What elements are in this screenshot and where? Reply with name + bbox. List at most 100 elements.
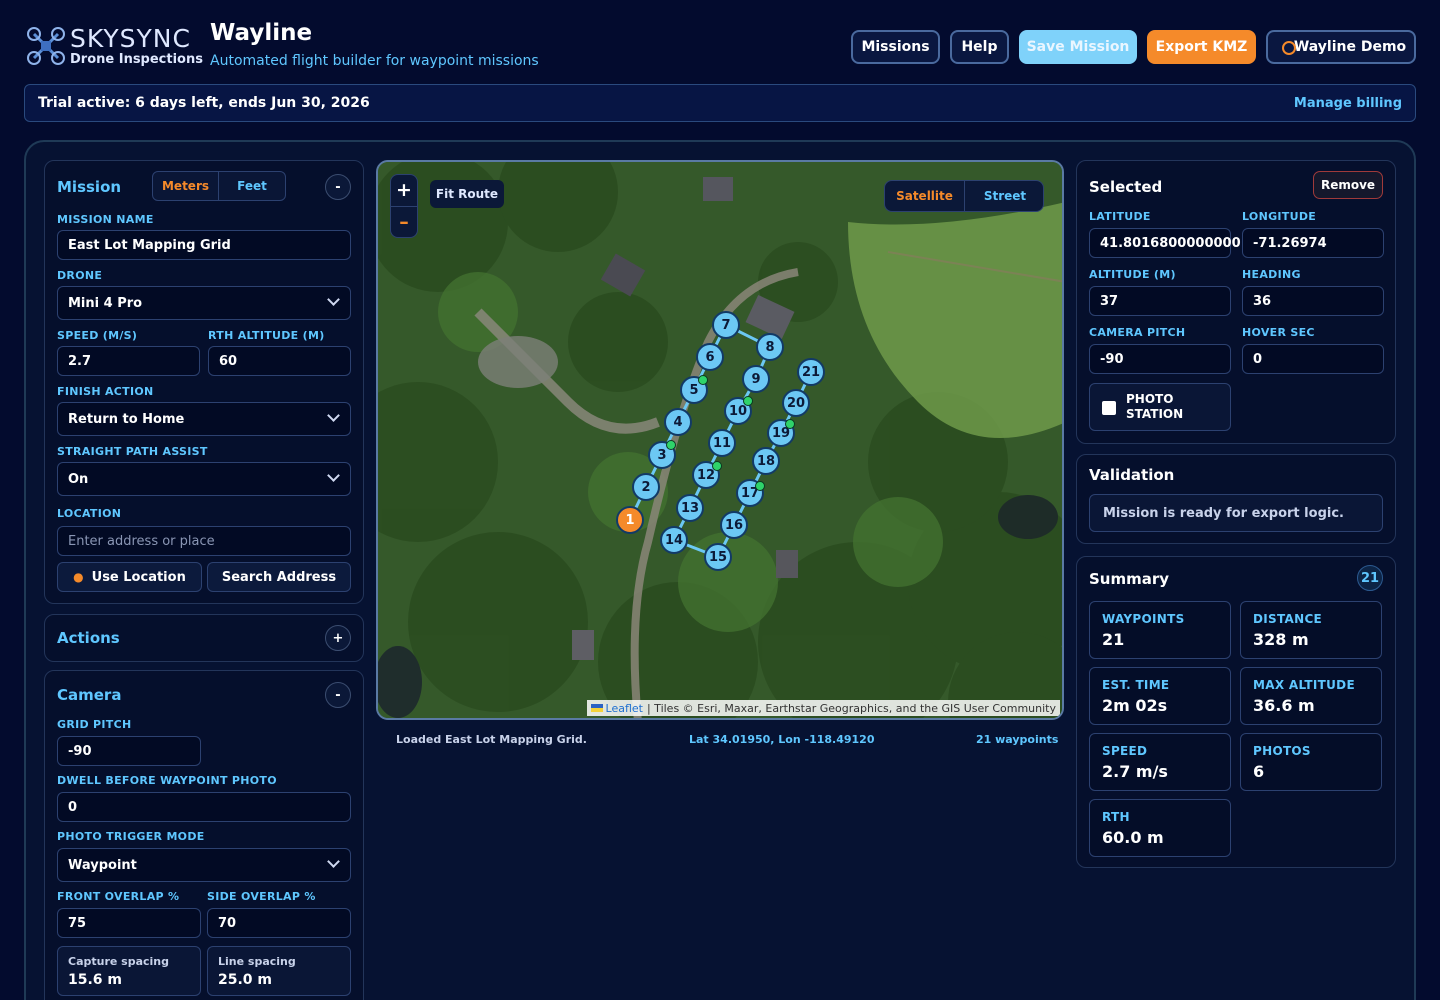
help-button[interactable]: Help [950,30,1009,64]
speed-label: SPEED (M/S) [57,329,138,342]
stat-rth-label: RTH [1102,810,1130,824]
actions-panel: Actions + [44,614,364,662]
trial-text: Trial active: 6 days left, ends Jun 30, … [38,95,370,111]
stat-maxalt: MAX ALTITUDE 36.6 m [1240,667,1382,725]
layer-toggle: Satellite Street [884,180,1044,212]
photo-station-toggle[interactable]: PHOTO STATION [1089,383,1231,431]
finish-select[interactable]: Return to Home [57,402,351,436]
rth-input[interactable]: 60 [208,346,351,376]
zoom-in-button[interactable]: + [391,175,417,205]
waypoint-marker-16[interactable]: 16 [720,511,748,539]
chevron-down-icon [327,293,340,306]
waypoint-marker-7[interactable]: 7 [712,311,740,339]
drone-icon [27,27,65,65]
waypoint-marker-18[interactable]: 18 [752,447,780,475]
zoom-out-button[interactable]: – [391,206,417,236]
map-status: Loaded East Lot Mapping Grid. [396,733,587,746]
zoom-control: + – [390,174,418,238]
stat-maxalt-value: 36.6 m [1253,696,1315,715]
account-button[interactable]: Wayline Demo [1266,30,1416,64]
actions-expand-button[interactable]: + [325,625,351,651]
waypoint-marker-6[interactable]: 6 [696,343,724,371]
manage-billing-link[interactable]: Manage billing [1294,96,1402,111]
search-address-button[interactable]: Search Address [207,562,351,592]
assist-label: STRAIGHT PATH ASSIST [57,445,208,458]
longitude-input[interactable]: -71.26974 [1242,228,1384,258]
stat-rth: RTH 60.0 m [1089,799,1231,857]
map-view[interactable]: + – Fit Route Satellite Street 123456789… [376,160,1064,720]
leaflet-link[interactable]: Leaflet [606,702,643,715]
dwell-input[interactable]: 0 [57,792,351,822]
waypoint-marker-20[interactable]: 20 [782,389,810,417]
mission-panel: Mission Meters Feet - MISSION NAME East … [44,160,364,604]
waypoint-marker-15[interactable]: 15 [704,543,732,571]
stat-photos-value: 6 [1253,762,1265,781]
export-kmz-button[interactable]: Export KMZ [1147,30,1256,64]
mission-collapse-button[interactable]: - [325,174,351,200]
trigger-value: Waypoint [68,857,137,873]
use-location-button[interactable]: ● Use Location [57,562,202,592]
waypoint-marker-13[interactable]: 13 [676,494,704,522]
drone-select[interactable]: Mini 4 Pro [57,286,351,320]
trial-banner: Trial active: 6 days left, ends Jun 30, … [24,84,1416,122]
camera-collapse-button[interactable]: - [325,682,351,708]
attribution-text: | Tiles © Esri, Maxar, Earthstar Geograp… [646,701,1056,715]
finish-value: Return to Home [68,411,185,427]
validation-message: Mission is ready for export logic. [1089,494,1383,532]
line-spacing-card: Line spacing 25.0 m [207,946,351,996]
validation-title: Validation [1089,466,1175,484]
brand-subtitle: Drone Inspections [70,52,203,67]
waypoint-marker-1[interactable]: 1 [616,506,644,534]
remove-button[interactable]: Remove [1313,171,1383,199]
actions-title: Actions [57,629,120,647]
speed-input[interactable]: 2.7 [57,346,200,376]
location-input[interactable]: Enter address or place [57,526,351,556]
unit-feet[interactable]: Feet [219,172,285,200]
hover-input[interactable]: 0 [1242,344,1384,374]
camera-pitch-input[interactable]: -90 [1089,344,1231,374]
waypoint-marker-14[interactable]: 14 [660,526,688,554]
layer-satellite[interactable]: Satellite [885,181,965,211]
stat-distance-label: DISTANCE [1253,612,1323,626]
hover-label: HOVER SEC [1242,326,1315,339]
waypoint-marker-11[interactable]: 11 [708,429,736,457]
waypoint-marker-21[interactable]: 21 [797,358,825,386]
grid-pitch-input[interactable]: -90 [57,736,201,766]
summary-title: Summary [1089,570,1170,588]
selected-panel: Selected Remove LATITUDE LONGITUDE 41.80… [1076,160,1396,444]
app-title: Wayline [210,20,313,46]
save-mission-button[interactable]: Save Mission [1019,30,1137,64]
drone-label: DRONE [57,269,103,282]
pin-icon: ● [73,570,84,584]
camera-pitch-label: CAMERA PITCH [1089,326,1186,339]
front-overlap-input[interactable]: 75 [57,908,201,938]
trigger-select[interactable]: Waypoint [57,848,351,882]
stat-waypoints: WAYPOINTS 21 [1089,601,1231,659]
stat-time: EST. TIME 2m 02s [1089,667,1231,725]
waypoint-marker-8[interactable]: 8 [756,333,784,361]
latitude-input[interactable]: 41.8016800000000 [1089,228,1241,258]
heading-input[interactable]: 36 [1242,286,1384,316]
mission-title: Mission [57,178,122,196]
side-overlap-input[interactable]: 70 [207,908,351,938]
ukraine-flag-icon [590,704,603,712]
line-spacing-value: 25.0 m [218,972,273,988]
altitude-input[interactable]: 37 [1089,286,1231,316]
app-subtitle: Automated flight builder for waypoint mi… [210,53,539,69]
photo-station-checkbox[interactable] [1102,401,1116,415]
front-overlap-label: FRONT OVERLAP % [57,890,180,903]
layer-street[interactable]: Street [965,181,1045,211]
fit-route-button[interactable]: Fit Route [430,180,504,208]
finish-label: FINISH ACTION [57,385,154,398]
longitude-label: LONGITUDE [1242,210,1317,223]
mission-name-input[interactable]: East Lot Mapping Grid [57,230,351,260]
assist-select[interactable]: On [57,462,351,496]
heading-label: HEADING [1242,268,1301,281]
waypoint-marker-4[interactable]: 4 [664,408,692,436]
waypoint-marker-9[interactable]: 9 [742,365,770,393]
missions-button[interactable]: Missions [851,30,940,64]
trigger-label: PHOTO TRIGGER MODE [57,830,205,843]
waypoint-marker-2[interactable]: 2 [632,473,660,501]
stat-speed-value: 2.7 m/s [1102,762,1168,781]
unit-meters[interactable]: Meters [153,172,219,200]
